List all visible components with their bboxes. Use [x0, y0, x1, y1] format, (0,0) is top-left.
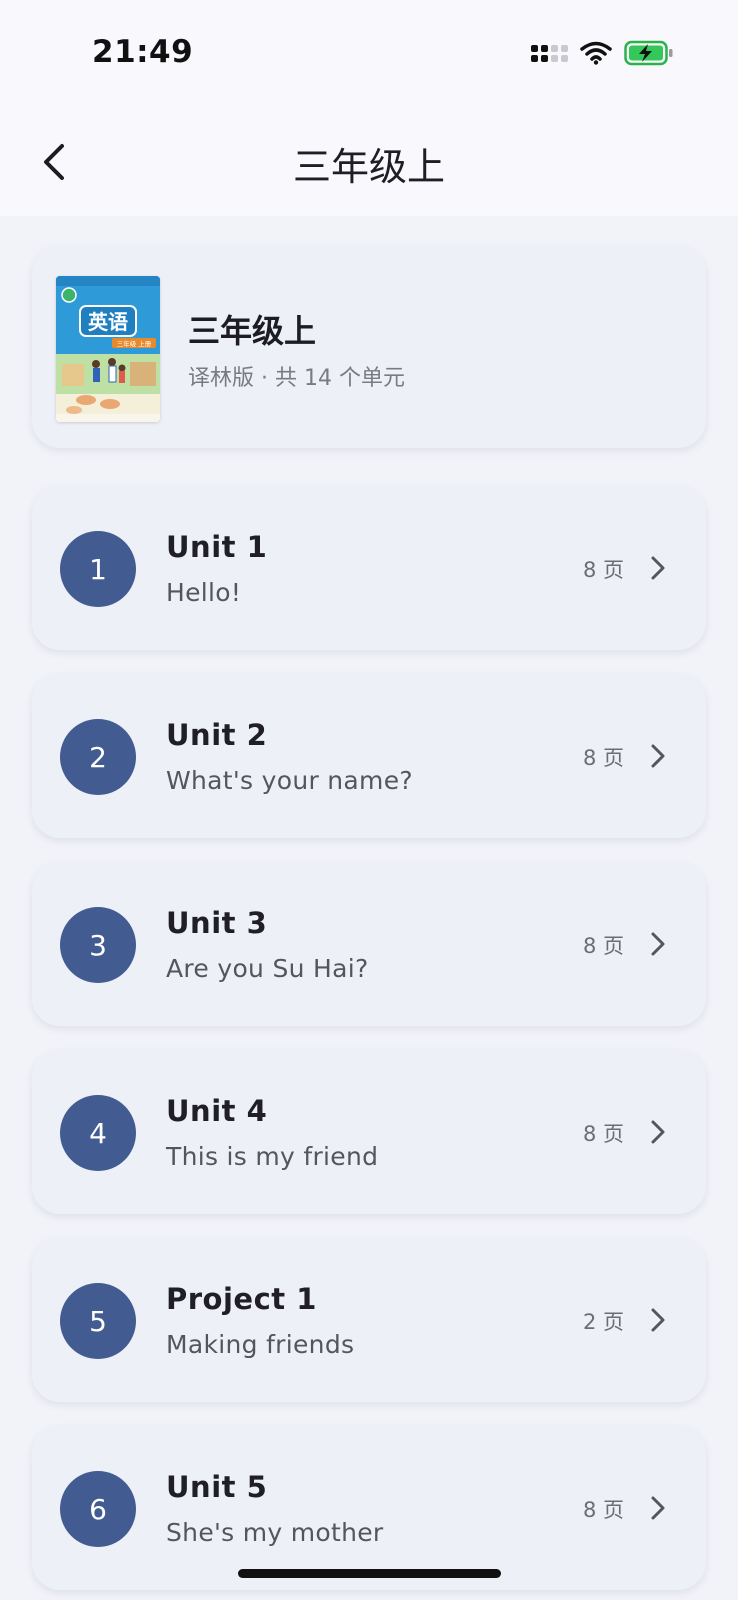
- unit-row[interactable]: 3 Unit 3 Are you Su Hai? 8 页: [32, 862, 706, 1026]
- book-info-card: 英语 三年级 上册 三年级上 译林版 · 共 14 个单元: [32, 246, 706, 448]
- page-count: 8 页: [582, 1498, 624, 1522]
- wifi-icon: [580, 41, 612, 65]
- cellular-signal-icon: [531, 44, 568, 62]
- unit-name: Unit 2: [166, 718, 268, 752]
- page-count: 8 页: [582, 1122, 624, 1146]
- unit-subtitle: Are you Su Hai?: [166, 954, 369, 983]
- home-indicator[interactable]: [238, 1569, 501, 1578]
- unit-name: Unit 5: [166, 1470, 268, 1504]
- chevron-right-icon: [651, 744, 665, 768]
- page-count: 8 页: [582, 934, 624, 958]
- unit-number-badge: 4: [60, 1095, 136, 1171]
- unit-number-badge: 2: [60, 719, 136, 795]
- cover-title-text: 英语: [88, 310, 128, 334]
- unit-name: Unit 3: [166, 906, 268, 940]
- unit-name: Project 1: [166, 1282, 317, 1316]
- unit-subtitle: Hello!: [166, 578, 242, 607]
- battery-charging-icon: [624, 40, 673, 66]
- page-count: 2 页: [582, 1310, 624, 1334]
- book-subtitle: 译林版 · 共 14 个单元: [188, 366, 405, 391]
- status-time: 21:49: [92, 34, 194, 70]
- status-icons: [531, 40, 674, 66]
- unit-number-badge: 6: [60, 1471, 136, 1547]
- page-count: 8 页: [582, 746, 624, 770]
- unit-number-badge: 5: [60, 1283, 136, 1359]
- page-count: 8 页: [582, 558, 624, 582]
- unit-subtitle: Making friends: [166, 1330, 355, 1359]
- unit-subtitle: This is my friend: [166, 1142, 379, 1171]
- cover-tag-text: 三年级 上册: [117, 339, 152, 348]
- unit-number-badge: 3: [60, 907, 136, 983]
- chevron-right-icon: [651, 556, 665, 580]
- unit-row[interactable]: 6 Unit 5 She's my mother 8 页: [32, 1426, 706, 1590]
- header-area: 21:49 三年级上: [0, 0, 738, 216]
- chevron-right-icon: [651, 1308, 665, 1332]
- unit-row[interactable]: 5 Project 1 Making friends 2 页: [32, 1238, 706, 1402]
- unit-name: Unit 1: [166, 530, 268, 564]
- unit-row[interactable]: 1 Unit 1 Hello! 8 页: [32, 486, 706, 650]
- book-title: 三年级上: [188, 312, 317, 350]
- unit-subtitle: She's my mother: [166, 1518, 384, 1547]
- unit-row[interactable]: 2 Unit 2 What's your name? 8 页: [32, 674, 706, 838]
- chevron-right-icon: [651, 1120, 665, 1144]
- chevron-right-icon: [651, 932, 665, 956]
- chevron-right-icon: [651, 1496, 665, 1520]
- book-cover: 英语 三年级 上册: [56, 276, 160, 422]
- unit-number-badge: 1: [60, 531, 136, 607]
- unit-subtitle: What's your name?: [166, 766, 413, 795]
- unit-row[interactable]: 4 Unit 4 This is my friend 8 页: [32, 1050, 706, 1214]
- unit-name: Unit 4: [166, 1094, 268, 1128]
- page-title: 三年级上: [292, 145, 445, 189]
